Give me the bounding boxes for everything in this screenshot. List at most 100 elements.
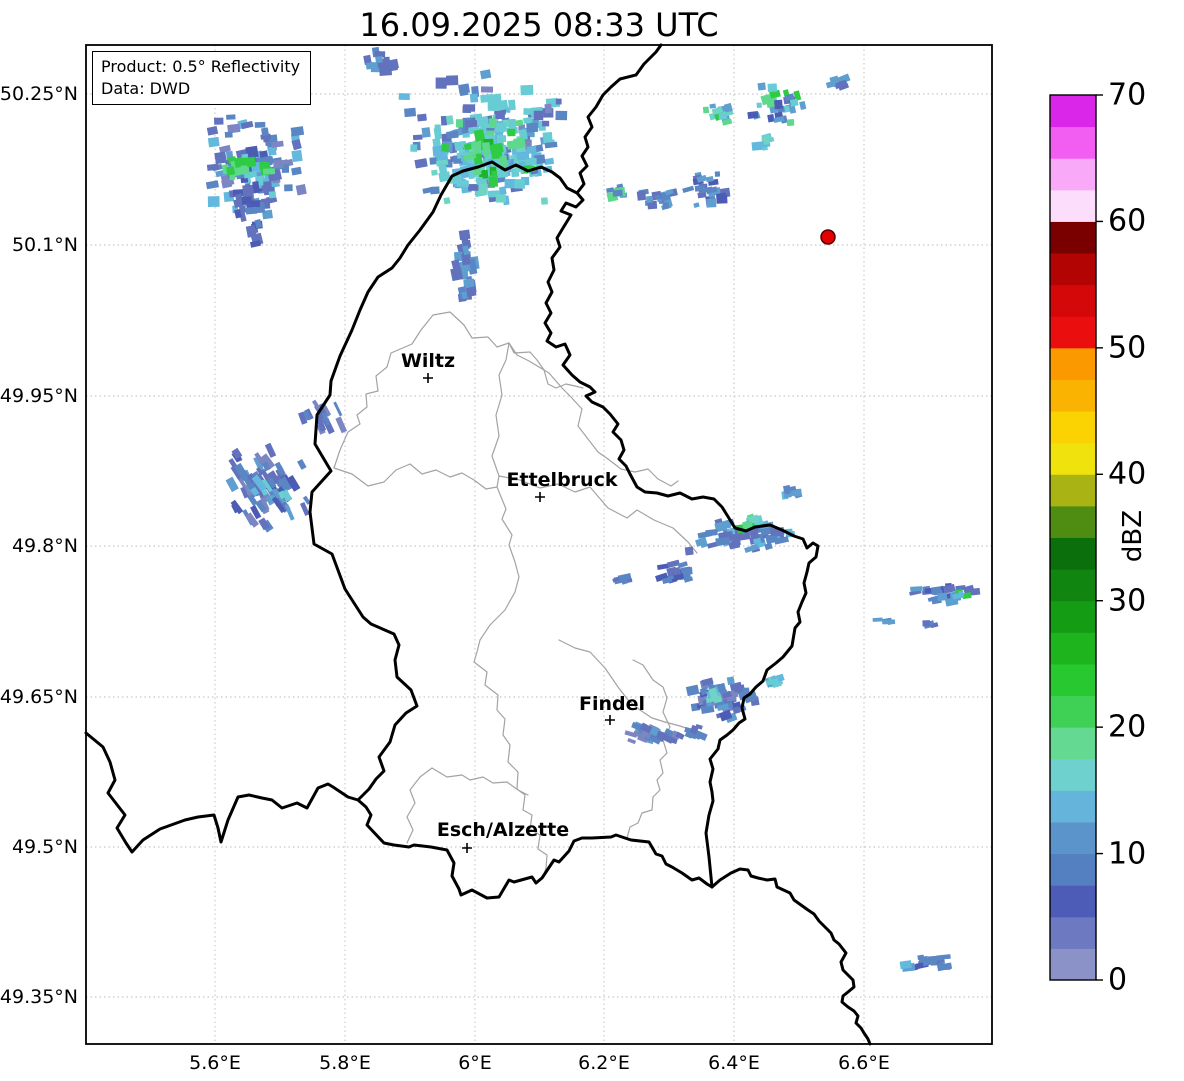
echo-cell [375,55,383,64]
echo-cell [477,116,489,127]
colorbar-segment [1050,569,1096,602]
echo-cell [488,176,498,187]
district-border-line [431,767,529,796]
echo-cell [206,163,219,171]
y-tick-label: 49.5°N [11,836,78,858]
city-label-findel: Findel [578,693,646,715]
echo-cell [482,142,491,153]
district-border-line [626,659,671,839]
echo-cell [533,110,544,121]
echo-cell [284,184,293,192]
echo-cell [274,461,285,476]
y-tick-label: 50.1°N [11,234,78,256]
echo-cluster-north-west-edge [363,46,400,76]
echo-cell [259,161,268,170]
echo-cell [910,586,923,592]
echo-cell [207,196,220,208]
colorbar-tick-label: 40 [1108,456,1147,492]
echo-cluster-topright-2 [747,82,807,127]
echo-cell [295,184,307,196]
echo-cell [718,112,728,120]
echo-cluster-topright-arc [825,73,851,91]
colorbar-segment [1050,316,1096,349]
echo-cluster-ne-clump-1 [606,183,628,203]
legend-product-line: Product: 0.5° Reflectivity [101,57,301,76]
colorbar-segment [1050,885,1096,918]
echo-cell [398,93,410,101]
echo-cell [747,111,759,119]
echo-cell [468,183,479,191]
echo-cell [458,83,471,95]
echo-cell [468,150,477,160]
echo-cell [636,190,647,201]
echo-cell [461,253,471,266]
echo-cell [417,113,427,122]
echo-cell [226,114,236,120]
echo-cell [507,128,516,137]
district-borders [333,311,707,878]
gridlines [86,45,992,1044]
echo-cell [937,592,948,601]
echo-cell [404,107,417,118]
colorbar-segment [1050,695,1096,728]
echo-cell [555,98,562,105]
colorbar-segment [1050,853,1096,886]
echo-cell [662,202,670,210]
city-label-ettelbruck: Ettelbruck [506,469,618,491]
echo-cell [627,737,637,745]
echo-cell [254,121,266,128]
echo-cell [612,189,623,197]
city-marker-wiltz [423,373,433,383]
echo-cluster-north-tail [450,229,480,303]
y-tick-label: 49.95°N [0,385,78,407]
echo-cell [756,102,762,109]
plot-frame [85,44,993,1045]
echo-cell [702,106,710,114]
echo-cell [544,103,552,114]
colorbar-segment [1050,474,1096,507]
echo-cell [706,198,717,208]
legend-box: Product: 0.5° Reflectivity Data: DWD [92,51,312,106]
echo-cell [767,83,778,93]
district-border-line [508,342,679,487]
echo-cell [789,98,799,107]
colorbar-segment [1050,347,1096,380]
colorbar-segment [1050,758,1096,791]
echo-cell [757,82,766,91]
x-tick-label: 5.8°E [319,1052,371,1074]
echo-cell [433,127,443,140]
city-label-wiltz: Wiltz [400,350,456,372]
echo-cluster-findel-teal-2 [764,673,785,688]
echo-cell [685,684,700,697]
echo-cell [555,110,568,121]
echo-cell [206,125,219,136]
echo-cluster-sauer-w-bits [612,572,633,585]
radar-map-plot [84,43,1103,1046]
echo-cell [333,401,343,417]
colorbar-segment [1050,790,1096,823]
luxembourg-border [308,160,820,900]
colorbar-segment [1050,379,1096,412]
echo-cluster-southeast-streak [910,954,953,972]
colorbar-tick-label: 50 [1108,330,1147,366]
colorbar-segment [1050,916,1096,949]
echo-cluster-east-dash-2 [922,620,939,629]
echo-cell [958,590,965,599]
country-border-line [84,731,360,854]
echo-cell [207,136,220,148]
echo-cell [486,130,495,136]
echo-cell [763,135,770,145]
y-tick-label: 50.25°N [0,83,78,105]
colorbar-tick-label: 70 [1108,77,1147,113]
echo-cell [365,62,373,70]
city-marker-esch-alzette [462,843,472,853]
echo-cell [513,137,526,149]
colorbar-segment [1050,442,1096,475]
district-border-line [406,767,433,844]
echo-cluster-sauer-sw [655,559,694,585]
colorbar-segment [1050,189,1096,222]
echo-cluster-findel-streak [624,721,681,745]
echo-cell [726,676,735,685]
colorbar-segment [1050,505,1096,538]
echo-cell [516,152,530,161]
